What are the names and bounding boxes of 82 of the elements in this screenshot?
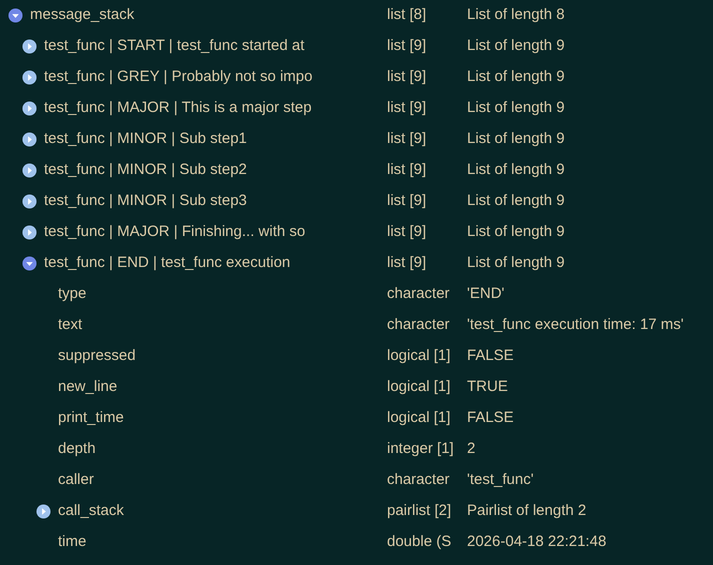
variable-type: integer [1]: [387, 440, 454, 458]
collapse-icon[interactable]: [8, 8, 23, 23]
variable-type: character: [387, 285, 450, 302]
variable-name: test_func | START | test_func started at: [44, 36, 304, 56]
variable-name: depth: [58, 439, 96, 460]
variable-type: list [9]: [387, 130, 426, 148]
tree-row[interactable]: suppressed logical [1] FALSE: [0, 341, 713, 372]
variable-name: caller: [58, 470, 94, 490]
tree-row[interactable]: print_time logical [1] FALSE: [0, 403, 713, 434]
tree-row[interactable]: test_func | MINOR | Sub step1 list [9] List of length 9: [0, 124, 713, 155]
tree-row[interactable]: call_stack pairlist [2] Pairlist of length 2: [0, 496, 713, 527]
tree-row[interactable]: text character 'test_func execution time: 17 ms': [0, 310, 713, 341]
variable-value: TRUE: [467, 377, 508, 398]
expand-icon[interactable]: [22, 39, 37, 54]
tree-row[interactable]: message_stack list [8] List of length 8: [0, 0, 713, 31]
expand-icon[interactable]: [36, 504, 51, 519]
variable-name: time: [58, 532, 86, 552]
variable-type: list [9]: [387, 99, 426, 116]
collapse-icon[interactable]: [22, 256, 37, 271]
variable-name: test_func | MAJOR | This is a major step: [44, 98, 312, 118]
variable-value: List of length 9: [467, 191, 565, 212]
variable-value: 2026-04-18 22:21:48: [467, 532, 606, 552]
tree-row[interactable]: caller character 'test_func': [0, 465, 713, 496]
variable-type: list [8]: [387, 6, 426, 24]
variable-name: message_stack: [30, 5, 134, 26]
variable-value: List of length 9: [467, 98, 565, 118]
tree-row[interactable]: test_func | MAJOR | This is a major step list [9] List of length 9: [0, 93, 713, 124]
expand-icon[interactable]: [22, 132, 37, 147]
variable-type: character: [387, 316, 450, 334]
variable-name: test_func | MINOR | Sub step1: [44, 129, 247, 150]
variable-type: list [9]: [387, 37, 426, 54]
variable-type: list [9]: [387, 192, 426, 210]
variable-name: test_func | MINOR | Sub step2: [44, 160, 247, 180]
tree-row[interactable]: depth integer [1] 2: [0, 434, 713, 465]
tree-row[interactable]: test_func | MAJOR | Finishing... with so list [9] List of length 9: [0, 217, 713, 248]
tree-row[interactable]: test_func | END | test_func execution list [9] List of length 9: [0, 248, 713, 279]
variable-value: FALSE: [467, 346, 514, 366]
variable-name: new_line: [58, 377, 118, 398]
variable-name: test_func | END | test_func execution: [44, 253, 290, 274]
expand-icon[interactable]: [22, 101, 37, 116]
variable-value: 'test_func execution time: 17 ms': [467, 315, 684, 336]
tree-row[interactable]: test_func | GREY | Probably not so impo list [9] List of length 9: [0, 62, 713, 93]
variable-value: List of length 9: [467, 129, 565, 150]
tree-row[interactable]: new_line logical [1] TRUE: [0, 372, 713, 403]
variable-type: logical [1]: [387, 347, 450, 364]
variable-value: List of length 9: [467, 36, 565, 56]
variable-value: List of length 9: [467, 222, 565, 242]
tree-row[interactable]: time double (S 2026-04-18 22:21:48: [0, 527, 713, 558]
variable-type: character: [387, 471, 450, 488]
variable-name: call_stack: [58, 501, 124, 522]
tree-row[interactable]: test_func | MINOR | Sub step3 list [9] List of length 9: [0, 186, 713, 217]
variable-value: List of length 9: [467, 67, 565, 88]
tree-row[interactable]: test_func | START | test_func started at list [9] List of length 9: [0, 31, 713, 62]
variable-value: List of length 8: [467, 5, 565, 26]
variable-name: print_time: [58, 408, 124, 428]
expand-icon[interactable]: [22, 70, 37, 85]
tree-row[interactable]: type character 'END': [0, 279, 713, 310]
expand-icon[interactable]: [22, 225, 37, 240]
expand-icon[interactable]: [22, 194, 37, 209]
variable-type: list [9]: [387, 161, 426, 178]
variable-name: test_func | MAJOR | Finishing... with so: [44, 222, 306, 242]
variable-name: type: [58, 284, 86, 304]
variable-type: logical [1]: [387, 409, 450, 426]
variable-type: list [9]: [387, 254, 426, 272]
variable-name: test_func | MINOR | Sub step3: [44, 191, 247, 212]
variable-type: list [9]: [387, 223, 426, 240]
variable-type: logical [1]: [387, 378, 450, 396]
variable-value: List of length 9: [467, 160, 565, 180]
variable-value: 2: [467, 439, 476, 460]
variable-name: test_func | GREY | Probably not so impo: [44, 67, 312, 88]
variable-value: FALSE: [467, 408, 514, 428]
variable-value: List of length 9: [467, 253, 565, 274]
variable-name: text: [58, 315, 82, 336]
variable-value: Pairlist of length 2: [467, 501, 586, 522]
variable-type: list [9]: [387, 68, 426, 86]
variable-type: double (S: [387, 533, 452, 550]
tree-row[interactable]: test_func | MINOR | Sub step2 list [9] List of length 9: [0, 155, 713, 186]
variable-value: 'test_func': [467, 470, 534, 490]
variable-name: suppressed: [58, 346, 136, 366]
variable-type: pairlist [2]: [387, 502, 452, 520]
expand-icon[interactable]: [22, 163, 37, 178]
variable-value: 'END': [467, 284, 504, 304]
